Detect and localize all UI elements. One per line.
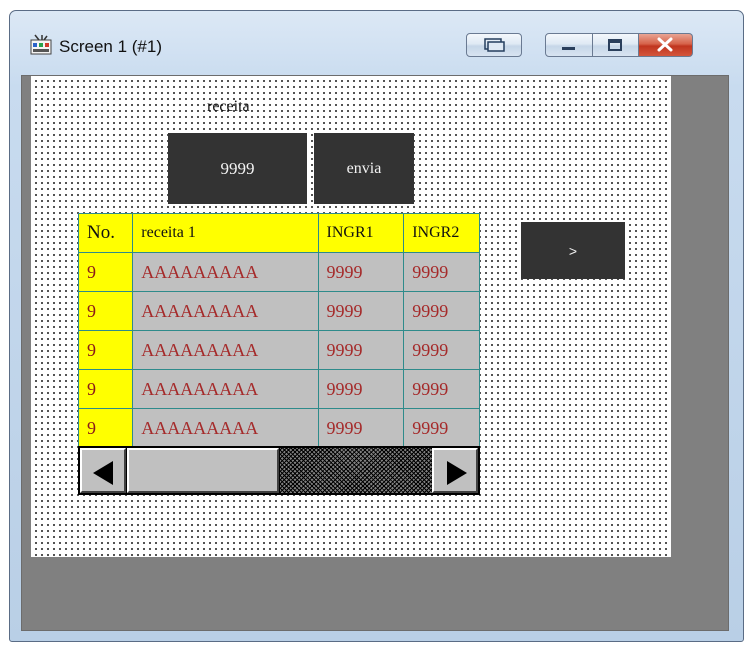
ingredient-cell[interactable]: 9999 xyxy=(403,291,480,331)
client-area: receita 9999 envia > No. receita 1 INGR1… xyxy=(21,75,729,631)
scroll-thumb[interactable] xyxy=(127,448,279,493)
send-button[interactable]: envia xyxy=(314,133,414,204)
recipe-cell[interactable]: AAAAAAAAA xyxy=(132,369,319,409)
recipe-cell[interactable]: AAAAAAAAA xyxy=(132,408,319,448)
table-row[interactable]: 9 AAAAAAAAA 9999 9999 xyxy=(78,330,480,370)
data-grid[interactable]: No. receita 1 INGR1 INGR2 9 AAAAAAAAA 99… xyxy=(78,213,480,495)
close-icon xyxy=(657,37,673,52)
horizontal-scrollbar[interactable] xyxy=(78,446,480,495)
ingredient-cell[interactable]: 9999 xyxy=(317,408,405,448)
ingredient-cell[interactable]: 9999 xyxy=(403,330,480,370)
title-bar[interactable]: Screen 1 (#1) xyxy=(10,11,743,75)
table-row[interactable]: 9 AAAAAAAAA 9999 9999 xyxy=(78,369,480,409)
table-row[interactable]: 9 AAAAAAAAA 9999 9999 xyxy=(78,408,480,448)
scroll-right-button[interactable] xyxy=(432,448,478,493)
ingredient-cell[interactable]: 9999 xyxy=(403,252,480,292)
value-button[interactable]: 9999 xyxy=(168,133,307,204)
maximize-button[interactable] xyxy=(593,33,639,57)
ingredient-cell[interactable]: 9999 xyxy=(403,369,480,409)
table-row[interactable]: 9 AAAAAAAAA 9999 9999 xyxy=(78,291,480,331)
row-number-cell[interactable]: 9 xyxy=(78,330,134,370)
app-icon xyxy=(30,34,52,55)
app-window: Screen 1 (#1) receita 9999 envia > No. r… xyxy=(9,10,744,642)
recipe-cell[interactable]: AAAAAAAAA xyxy=(132,252,319,292)
next-button[interactable]: > xyxy=(521,222,625,279)
grid-table: No. receita 1 INGR1 INGR2 9 AAAAAAAAA 99… xyxy=(78,213,480,448)
scroll-left-button[interactable] xyxy=(80,448,126,493)
recipe-cell[interactable]: AAAAAAAAA xyxy=(132,291,319,331)
column-header[interactable]: receita 1 xyxy=(132,213,319,253)
ingredient-cell[interactable]: 9999 xyxy=(403,408,480,448)
column-header[interactable]: INGR1 xyxy=(317,213,405,253)
restore-layout-button[interactable] xyxy=(466,33,522,57)
row-number-cell[interactable]: 9 xyxy=(78,252,134,292)
ingredient-cell[interactable]: 9999 xyxy=(317,369,405,409)
recipe-cell[interactable]: AAAAAAAAA xyxy=(132,330,319,370)
ingredient-cell[interactable]: 9999 xyxy=(317,330,405,370)
table-row[interactable]: 9 AAAAAAAAA 9999 9999 xyxy=(78,252,480,292)
arrow-right-icon xyxy=(447,461,467,485)
minimize-icon xyxy=(562,47,575,50)
ingredient-cell[interactable]: 9999 xyxy=(317,291,405,331)
windows-layout-icon xyxy=(484,38,505,52)
row-number-cell[interactable]: 9 xyxy=(78,369,134,409)
window-title: Screen 1 (#1) xyxy=(59,37,162,56)
close-button[interactable] xyxy=(639,33,693,57)
maximize-icon xyxy=(608,39,622,51)
design-form: receita 9999 envia > No. receita 1 INGR1… xyxy=(31,76,671,557)
header-row: No. receita 1 INGR1 INGR2 xyxy=(78,213,480,253)
ingredient-cell[interactable]: 9999 xyxy=(317,252,405,292)
column-header[interactable]: No. xyxy=(78,213,134,253)
arrow-left-icon xyxy=(93,461,113,485)
row-number-cell[interactable]: 9 xyxy=(78,408,134,448)
scroll-track[interactable] xyxy=(280,448,433,493)
row-number-cell[interactable]: 9 xyxy=(78,291,134,331)
column-header[interactable]: INGR2 xyxy=(403,213,480,253)
minimize-button[interactable] xyxy=(545,33,593,57)
receita-label: receita xyxy=(207,98,250,115)
